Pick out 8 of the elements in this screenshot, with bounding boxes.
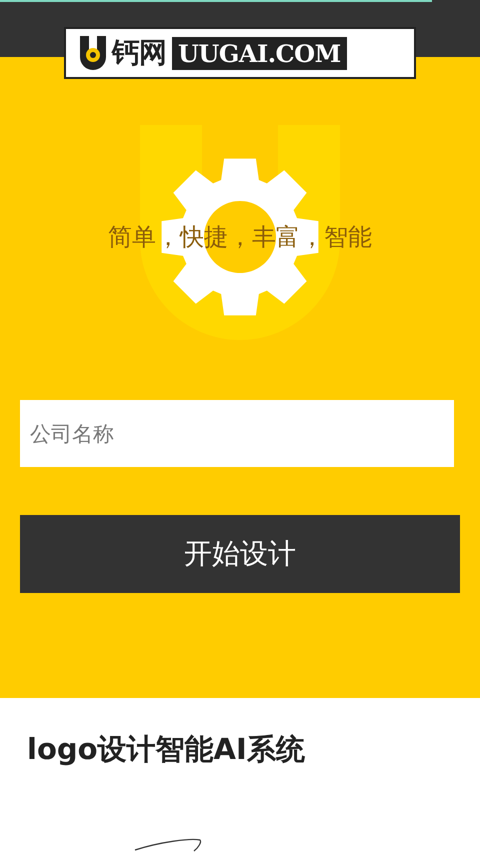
start-design-button[interactable]: 开始设计 xyxy=(20,515,460,593)
tagline: 简单，快捷，丰富，智能 xyxy=(108,222,372,253)
logo-domain: UUGAI.COM xyxy=(172,36,347,70)
company-name-field[interactable]: 公司名称 xyxy=(20,400,454,467)
u-gear-icon xyxy=(80,36,106,70)
logo-name: 钙网 xyxy=(112,35,166,71)
section-heading: logo设计智能AI系统 xyxy=(27,731,305,768)
site-logo[interactable]: 钙网 UUGAI.COM xyxy=(64,27,416,79)
